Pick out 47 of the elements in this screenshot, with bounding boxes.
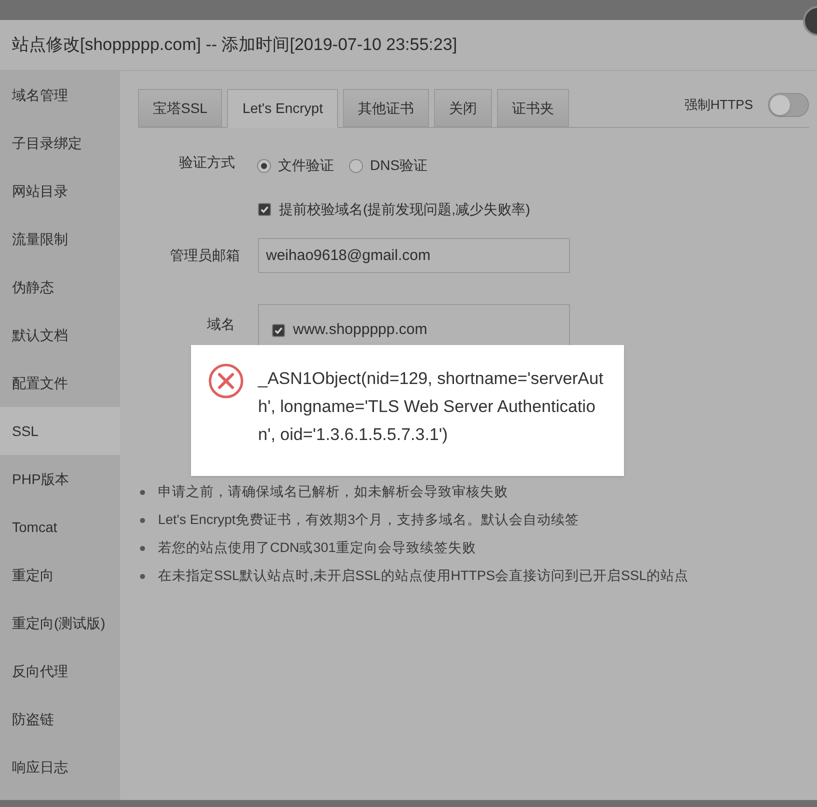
tab[interactable]: Let's Encrypt [227,89,338,128]
sidebar-item[interactable]: 伪静态 [0,263,120,311]
check-icon [260,205,269,214]
sidebar-item[interactable]: 响应日志 [0,743,120,791]
radio-option[interactable]: DNS验证 [349,155,428,176]
note-text: Let's Encrypt免费证书，有效期3个月，支持多域名。默认会自动续签 [158,510,580,529]
sidebar-item[interactable]: 重定向 [0,551,120,599]
error-icon [208,363,244,399]
tab[interactable]: 宝塔SSL [138,89,222,127]
dialog-title: 站点修改[shoppppp.com] -- 添加时间[2019-07-10 23:55:23] [12,34,458,56]
field-label: 验证方式 [178,153,235,172]
sidebar-item[interactable]: 域名管理 [0,71,120,119]
sidebar-item[interactable]: 重定向(测试版) [0,599,120,647]
sidebar-item[interactable]: 网站目录 [0,167,120,215]
radio-button[interactable] [349,158,363,172]
bullet-icon [140,518,145,522]
force-https-label: 强制HTTPS [684,96,753,114]
sidebar-item[interactable]: PHP版本 [0,455,120,503]
sidebar-item[interactable]: SSL [0,407,120,455]
bullet-icon [140,490,145,494]
tab[interactable]: 其他证书 [342,89,429,127]
field-label: 域名 [206,315,235,334]
check-icon [274,326,283,335]
sidebar-item[interactable]: 流量限制 [0,215,120,263]
bullet-icon [140,546,145,550]
tab[interactable]: 关闭 [434,89,492,127]
bullet-icon [140,574,145,578]
radio-button[interactable] [257,158,271,172]
sidebar-item[interactable]: Tomcat [0,503,120,551]
sidebar-item[interactable]: 子目录绑定 [0,119,120,167]
sidebar-item[interactable]: 反向代理 [0,647,120,695]
radio-option[interactable]: 文件验证 [257,155,334,176]
email-field[interactable]: weihao9618@gmail.com [258,238,570,273]
domain-name: www.shoppppp.com [293,320,428,340]
checkbox-label: 提前校验域名(提前发现问题,减少失败率) [279,200,530,219]
note-text: 在未指定SSL默认站点时,未开启SSL的站点使用HTTPS会直接访问到已开启SSL的站点 [158,566,689,585]
field-label: 管理员邮箱 [169,246,240,265]
error-message: _ASN1Object(nid=129, shortname='serverAuth', longname='TLS Web Server Authentication', oid='1.3.6.1.5.5.7.3.1') [258,368,604,446]
sidebar-item[interactable]: 配置文件 [0,359,120,407]
checkbox[interactable] [272,324,285,337]
sidebar-item[interactable]: 防盗链 [0,695,120,743]
note-text: 若您的站点使用了CDN或301重定向会导致续签失败 [158,538,476,557]
note-text: 申请之前，请确保域名已解析，如未解析会导致审核失败 [158,482,508,501]
sidebar-item[interactable]: 默认文档 [0,311,120,359]
tab[interactable]: 证书夹 [496,89,569,127]
checkbox[interactable] [258,203,271,216]
toggle-switch[interactable] [768,93,809,117]
